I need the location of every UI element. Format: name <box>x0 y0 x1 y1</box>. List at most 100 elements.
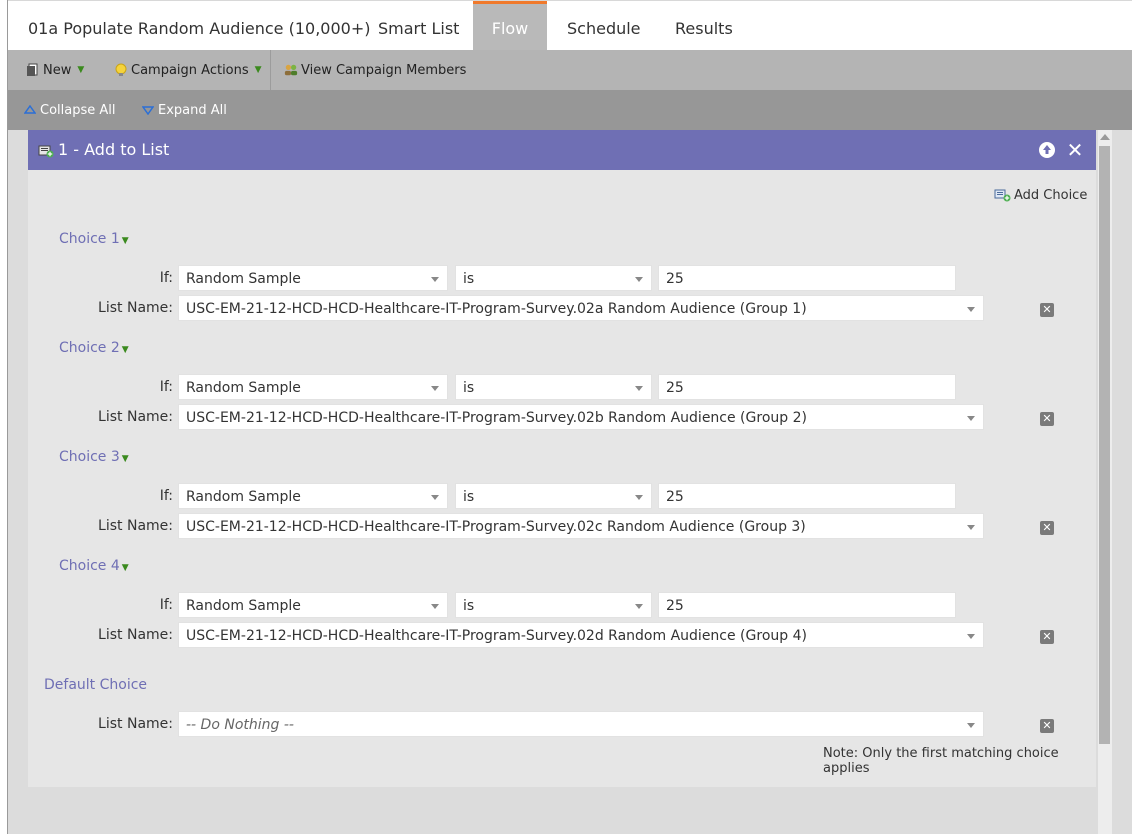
dropdown-arrow-icon <box>431 604 439 609</box>
default-list-select[interactable]: -- Do Nothing -- <box>178 711 984 737</box>
list-value: USC-EM-21-12-HCD-HCD-Healthcare-IT-Progr… <box>186 301 807 317</box>
value-text: 25 <box>666 489 684 505</box>
tree-controls-bar: Collapse All Expand All <box>8 90 1132 130</box>
tab-smart-list[interactable]: Smart List <box>378 1 459 51</box>
list-name-label: List Name: <box>98 409 173 425</box>
choice-3-list-select[interactable]: USC-EM-21-12-HCD-HCD-Healthcare-IT-Progr… <box>178 513 984 539</box>
choice-1-value-input[interactable]: 25 <box>658 265 956 291</box>
flow-step-header[interactable]: 1 - Add to List ✕ <box>28 130 1096 170</box>
tab-results[interactable]: Results <box>675 1 733 51</box>
campaign-actions-label: Campaign Actions <box>131 62 249 78</box>
flow-step-panel: 1 - Add to List ✕ Add Choice Choice 1 ▼ I… <box>28 130 1096 787</box>
new-label: New <box>43 62 72 78</box>
operator-value: is <box>463 598 475 614</box>
remove-step-close-icon[interactable]: ✕ <box>1066 140 1084 160</box>
dropdown-arrow-icon <box>635 495 643 500</box>
choice-4-operator-select[interactable]: is <box>455 592 652 618</box>
choice-2-operator-select[interactable]: is <box>455 374 652 400</box>
add-choice-icon <box>994 189 1011 202</box>
scroll-up-arrow-icon[interactable] <box>1100 134 1110 140</box>
new-document-icon <box>27 63 38 76</box>
choice-label: Choice 1 <box>59 231 120 247</box>
choice-4-delete-icon[interactable]: ✕ <box>1040 630 1054 644</box>
choice-2-list-select[interactable]: USC-EM-21-12-HCD-HCD-Healthcare-IT-Progr… <box>178 404 984 430</box>
move-up-button[interactable] <box>1039 142 1055 158</box>
dropdown-arrow-icon <box>967 525 975 530</box>
choice-3-field-select[interactable]: Random Sample <box>178 483 448 509</box>
tab-bar: 01a Populate Random Audience (10,000+) S… <box>8 0 1132 51</box>
choice-1-delete-icon[interactable]: ✕ <box>1040 303 1054 317</box>
value-text: 25 <box>666 380 684 396</box>
field-value: Random Sample <box>186 598 301 614</box>
if-label: If: <box>159 270 173 286</box>
new-menu-button[interactable]: New ▼ <box>26 50 84 90</box>
chevron-down-icon: ▼ <box>254 65 262 75</box>
dropdown-arrow-icon <box>431 386 439 391</box>
lightbulb-icon <box>115 63 127 76</box>
if-label: If: <box>159 488 173 504</box>
list-name-label: List Name: <box>98 300 173 316</box>
scrollbar-thumb[interactable] <box>1099 146 1110 744</box>
view-members-label: View Campaign Members <box>301 62 467 78</box>
arrow-up-icon <box>1043 145 1051 154</box>
choice-4-value-input[interactable]: 25 <box>658 592 956 618</box>
chevron-down-icon: ▼ <box>121 345 129 355</box>
choice-1-list-select[interactable]: USC-EM-21-12-HCD-HCD-Healthcare-IT-Progr… <box>178 295 984 321</box>
default-list-value: -- Do Nothing -- <box>186 717 294 733</box>
tab-schedule[interactable]: Schedule <box>567 1 641 51</box>
campaign-actions-button[interactable]: Campaign Actions ▼ <box>114 50 262 90</box>
add-choice-label: Add Choice <box>1014 187 1088 203</box>
choice-label: Choice 4 <box>59 558 120 574</box>
expand-triangle-icon <box>142 106 154 115</box>
toolbar: New ▼ Campaign Actions ▼ View Campaign M… <box>8 50 1132 90</box>
default-delete-icon[interactable]: ✕ <box>1040 719 1054 733</box>
choice-3-operator-select[interactable]: is <box>455 483 652 509</box>
choice-label: Choice 3 <box>59 449 120 465</box>
choice-1-field-select[interactable]: Random Sample <box>178 265 448 291</box>
matching-note: Note: Only the first matching choice app… <box>823 746 1059 776</box>
tab-flow[interactable]: Flow <box>473 1 547 51</box>
choice-1-operator-select[interactable]: is <box>455 265 652 291</box>
dropdown-arrow-icon <box>431 277 439 282</box>
operator-value: is <box>463 271 475 287</box>
field-value: Random Sample <box>186 489 301 505</box>
add-choice-button[interactable]: Add Choice <box>994 186 1087 204</box>
chevron-down-icon: ▼ <box>121 454 129 464</box>
dropdown-arrow-icon <box>635 386 643 391</box>
dropdown-arrow-icon <box>967 416 975 421</box>
dropdown-arrow-icon <box>431 495 439 500</box>
choice-2-delete-icon[interactable]: ✕ <box>1040 412 1054 426</box>
choice-2-header[interactable]: Choice 2 ▼ <box>59 340 129 356</box>
choice-4-field-select[interactable]: Random Sample <box>178 592 448 618</box>
dropdown-arrow-icon <box>967 723 975 728</box>
flow-step-title: 1 - Add to List <box>58 140 170 159</box>
list-value: USC-EM-21-12-HCD-HCD-Healthcare-IT-Progr… <box>186 628 807 644</box>
chevron-down-icon: ▼ <box>121 236 129 246</box>
choice-2-field-select[interactable]: Random Sample <box>178 374 448 400</box>
choice-1-header[interactable]: Choice 1 ▼ <box>59 231 129 247</box>
choice-4-list-select[interactable]: USC-EM-21-12-HCD-HCD-Healthcare-IT-Progr… <box>178 622 984 648</box>
dropdown-arrow-icon <box>967 634 975 639</box>
field-value: Random Sample <box>186 271 301 287</box>
add-to-list-icon <box>38 145 54 158</box>
chevron-down-icon: ▼ <box>121 563 129 573</box>
choice-3-delete-icon[interactable]: ✕ <box>1040 521 1054 535</box>
expand-all-button[interactable]: Expand All <box>142 90 227 130</box>
dropdown-arrow-icon <box>967 307 975 312</box>
collapse-all-button[interactable]: Collapse All <box>24 90 116 130</box>
choice-label: Choice 2 <box>59 340 120 356</box>
chevron-down-icon: ▼ <box>77 65 85 75</box>
choice-4-header[interactable]: Choice 4 ▼ <box>59 558 129 574</box>
operator-value: is <box>463 489 475 505</box>
view-campaign-members-button[interactable]: View Campaign Members <box>284 50 466 90</box>
list-value: USC-EM-21-12-HCD-HCD-Healthcare-IT-Progr… <box>186 519 806 535</box>
list-name-label: List Name: <box>98 716 173 732</box>
choice-3-value-input[interactable]: 25 <box>658 483 956 509</box>
operator-value: is <box>463 380 475 396</box>
dropdown-arrow-icon <box>635 277 643 282</box>
value-text: 25 <box>666 598 684 614</box>
choice-2-value-input[interactable]: 25 <box>658 374 956 400</box>
tab-campaign-title[interactable]: 01a Populate Random Audience (10,000+) <box>28 1 370 51</box>
choice-3-header[interactable]: Choice 3 ▼ <box>59 449 129 465</box>
members-icon <box>284 64 298 76</box>
